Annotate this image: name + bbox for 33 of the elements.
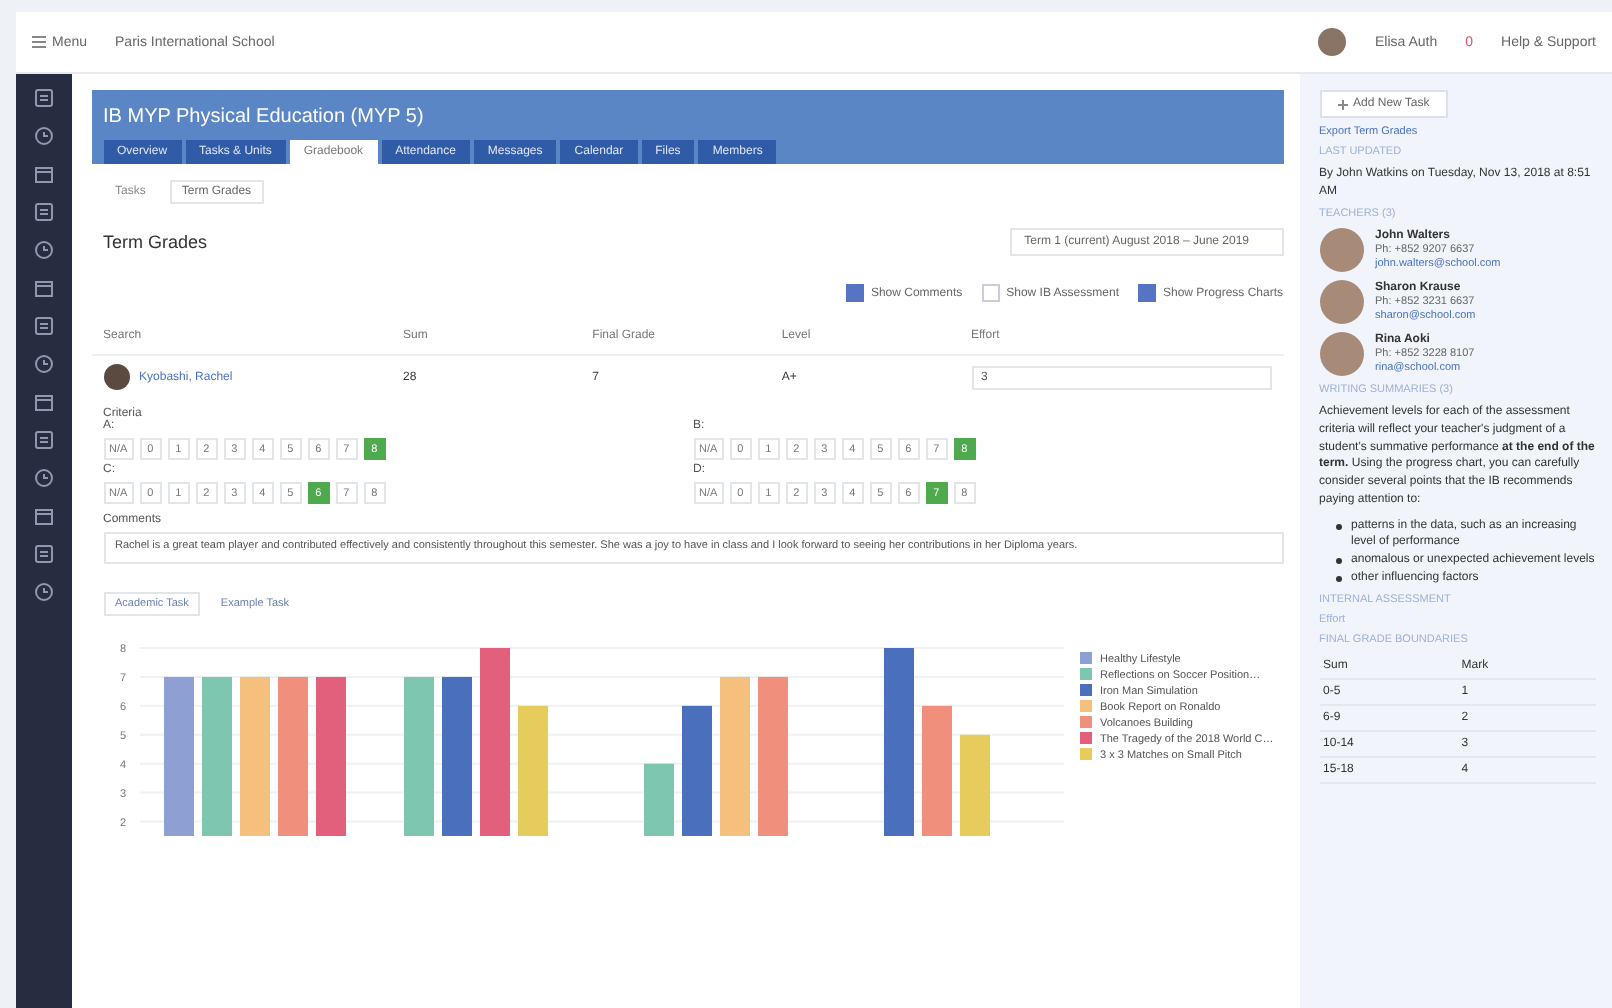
bullet-icon [1335,575,1342,582]
teacher-avatar [1319,228,1364,273]
bullet-icon [1335,523,1342,529]
document-icon[interactable] [31,86,56,110]
user-avatar[interactable] [1318,28,1347,56]
page-heading: Term Grades [103,232,208,252]
menu-icon[interactable] [32,36,46,48]
document-icon[interactable] [31,314,56,338]
calendar-icon[interactable] [31,504,56,528]
student-avatar [103,364,130,390]
class-title: IB MYP Physical Education (MYP 5) [103,106,426,128]
bullet-icon [1335,557,1342,564]
document-icon[interactable] [31,542,56,566]
calendar-icon[interactable] [31,276,56,300]
clock-icon[interactable] [31,466,56,490]
chart-bar [921,705,952,836]
document-icon[interactable] [31,200,56,224]
document-icon[interactable] [31,428,56,452]
plus-icon [1337,99,1348,109]
calendar-icon[interactable] [31,162,56,186]
chart-bar [517,705,548,836]
clock-icon[interactable] [31,580,56,604]
clock-icon[interactable] [31,238,56,262]
clock-icon[interactable] [31,352,56,376]
checkbox[interactable] [846,284,865,302]
teacher-avatar [1319,280,1364,325]
chart-bar [643,763,674,836]
teacher-avatar [1319,332,1364,377]
checkbox[interactable] [1138,284,1157,302]
chart-bar [681,705,712,836]
calendar-icon[interactable] [31,390,56,414]
chart-bar [959,734,990,836]
clock-icon[interactable] [31,124,56,148]
